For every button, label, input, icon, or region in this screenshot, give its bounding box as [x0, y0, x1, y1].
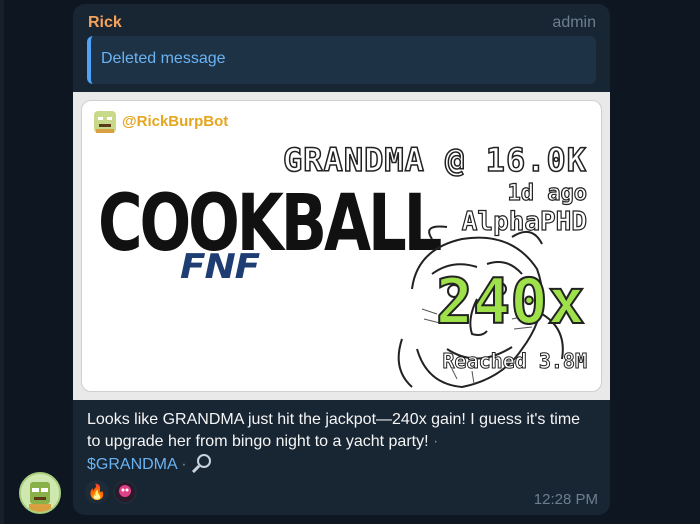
- pink-avatar-icon: [115, 482, 135, 502]
- reaction-fire[interactable]: 🔥: [85, 480, 109, 504]
- logo-title: COOKBALL: [98, 179, 442, 269]
- sender-name[interactable]: Rick: [88, 14, 122, 32]
- bot-avatar-icon: [94, 111, 116, 133]
- message-caption: Looks like GRANDMA just hit the jackpot—…: [87, 409, 597, 476]
- sender-avatar[interactable]: [19, 472, 61, 514]
- left-border: [0, 0, 4, 524]
- message-time: 12:28 PM: [533, 491, 598, 508]
- cashtag-link[interactable]: $GRANDMA: [87, 456, 177, 473]
- sender-role-badge: admin: [552, 14, 596, 31]
- separator-dot: ·: [428, 433, 439, 450]
- message-bubble[interactable]: Rick admin Deleted message @RickBurpBot …: [73, 4, 610, 515]
- separator-dot: ·: [176, 456, 192, 473]
- reactions-bar: 🔥: [85, 480, 137, 504]
- reached-mcap: Reached 3.8M: [442, 349, 587, 374]
- ticker-entry: GRANDMA @ 16.0K: [282, 140, 587, 180]
- caption-text: Looks like GRANDMA just hit the jackpot—…: [87, 411, 581, 450]
- reply-preview[interactable]: Deleted message: [87, 36, 596, 84]
- reaction-avatar[interactable]: [113, 480, 137, 504]
- bot-handle: @RickBurpBot: [122, 113, 229, 130]
- fire-icon: 🔥: [87, 484, 107, 501]
- rick-avatar-icon: [21, 474, 59, 512]
- logo-subtitle: FNF: [180, 247, 260, 287]
- gain-multiplier: 240x: [435, 264, 586, 339]
- reply-preview-text: Deleted message: [101, 50, 226, 67]
- post-age: 1d ago: [507, 180, 588, 206]
- pnl-card: @RickBurpBot GRANDMA @ 16.0K 1d ago Alph…: [81, 100, 602, 392]
- magnifier-icon[interactable]: [191, 453, 213, 474]
- media-image[interactable]: @RickBurpBot GRANDMA @ 16.0K 1d ago Alph…: [73, 92, 610, 400]
